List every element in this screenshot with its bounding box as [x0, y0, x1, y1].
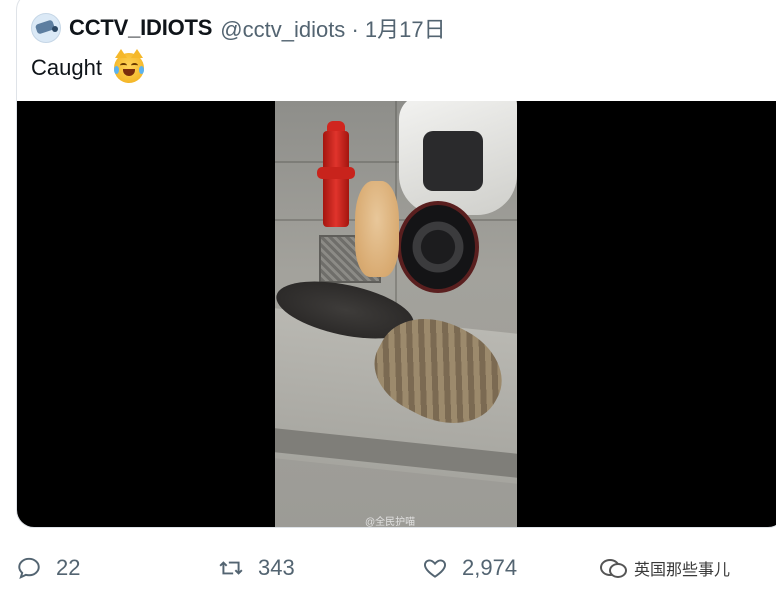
- wechat-icon: [600, 557, 628, 579]
- like-count: 2,974: [462, 555, 518, 580]
- reply-icon: [18, 557, 40, 580]
- wechat-brand: 英国那些事儿: [600, 548, 730, 588]
- fire-hydrant: [317, 121, 355, 231]
- joy-cat-emoji-icon: [113, 49, 144, 83]
- reply-button[interactable]: 22: [16, 548, 80, 588]
- tweet-text: Caught: [31, 49, 144, 83]
- security-camera-icon[interactable]: [31, 13, 61, 43]
- tweet-video[interactable]: @全民护喵: [17, 101, 776, 528]
- ginger-cat: [355, 181, 399, 277]
- user-handle[interactable]: @cctv_idiots · 1月17日: [220, 12, 445, 44]
- tweet-header: CCTV_IDIOTS @cctv_idiots · 1月17日: [31, 13, 446, 43]
- retweet-count: 343: [258, 555, 295, 580]
- like-button[interactable]: 2,974: [422, 548, 517, 588]
- video-frame: @全民护喵: [275, 101, 517, 528]
- brand-label: 英国那些事儿: [634, 562, 731, 579]
- heart-icon: [424, 559, 446, 578]
- retweet-icon: [219, 561, 243, 575]
- video-watermark: @全民护喵: [365, 517, 416, 528]
- display-name[interactable]: CCTV_IDIOTS: [69, 15, 212, 41]
- reply-count: 22: [56, 555, 81, 580]
- retweet-button[interactable]: 343: [218, 548, 295, 588]
- scooter-wheel: [397, 201, 479, 293]
- tweet-date: 1月17日: [364, 17, 446, 42]
- tweet-card[interactable]: CCTV_IDIOTS @cctv_idiots · 1月17日 Caught: [16, 0, 776, 528]
